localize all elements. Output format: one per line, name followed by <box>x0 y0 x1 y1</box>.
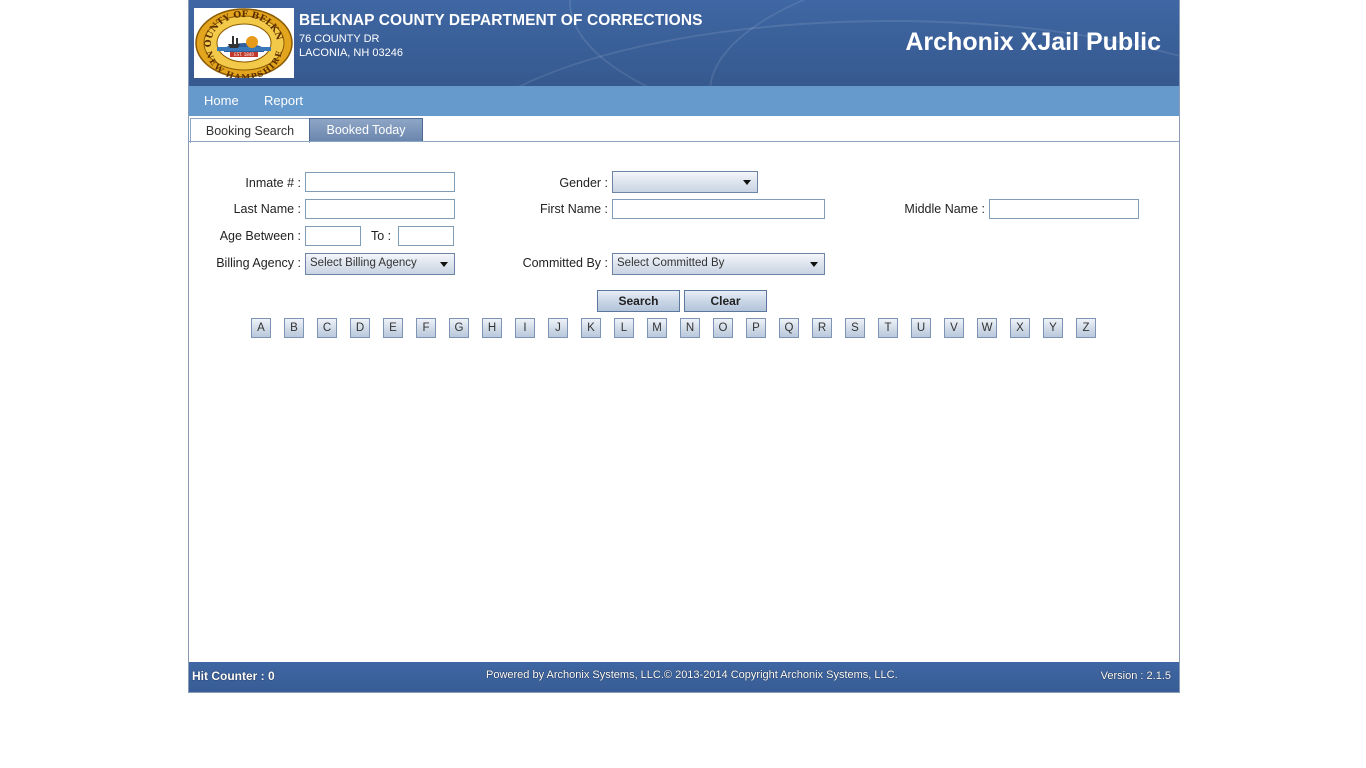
age-to-input[interactable] <box>398 226 454 246</box>
letter-filter-p-button[interactable]: P <box>746 318 766 338</box>
letter-filter-m-button[interactable]: M <box>647 318 667 338</box>
letter-filter-e-button[interactable]: E <box>383 318 403 338</box>
copyright-text: Powered by Archonix Systems, LLC.© 2013-… <box>486 669 898 681</box>
middle-name-input[interactable] <box>989 199 1139 219</box>
letter-filter-j-button[interactable]: J <box>548 318 568 338</box>
last-name-label: Last Name : <box>233 202 301 216</box>
letter-filter-s-button[interactable]: S <box>845 318 865 338</box>
letter-filter-i-button[interactable]: I <box>515 318 535 338</box>
letter-filter-z-button[interactable]: Z <box>1076 318 1096 338</box>
gender-label: Gender : <box>559 176 608 190</box>
nav-home-link[interactable]: Home <box>204 93 239 108</box>
app-title: Archonix XJail Public <box>905 28 1161 56</box>
org-address-line2: LACONIA, NH 03246 <box>299 47 403 59</box>
letter-filter-c-button[interactable]: C <box>317 318 337 338</box>
first-name-input[interactable] <box>612 199 825 219</box>
letter-filter-q-button[interactable]: Q <box>779 318 799 338</box>
main-nav: Home Report <box>189 86 1179 116</box>
letter-filter-h-button[interactable]: H <box>482 318 502 338</box>
letter-filter-w-button[interactable]: W <box>977 318 997 338</box>
inmate-number-label: Inmate # : <box>245 176 301 190</box>
gender-select[interactable] <box>612 171 758 193</box>
billing-agency-select-value: Select Billing Agency <box>310 257 417 269</box>
last-name-input[interactable] <box>305 199 455 219</box>
org-address-line1: 76 COUNTY DR <box>299 33 380 45</box>
letter-filter-b-button[interactable]: B <box>284 318 304 338</box>
clear-button[interactable]: Clear <box>684 290 767 312</box>
tab-divider <box>189 141 1179 142</box>
age-from-input[interactable] <box>305 226 361 246</box>
letter-filter-g-button[interactable]: G <box>449 318 469 338</box>
letter-filter-v-button[interactable]: V <box>944 318 964 338</box>
first-name-label: First Name : <box>539 202 608 216</box>
dropdown-arrow-icon <box>743 180 751 185</box>
search-button[interactable]: Search <box>597 290 680 312</box>
tab-strip: Booking Search Booked Today <box>189 116 1179 143</box>
committed-by-select[interactable]: Select Committed By <box>612 253 825 275</box>
committed-by-label: Committed By : <box>522 256 608 270</box>
letter-filter-l-button[interactable]: L <box>614 318 634 338</box>
county-seal-logo: COUNTY OF BELKNAP NEW HAMPSHIRE EST. 184… <box>190 1 294 82</box>
letter-filter-u-button[interactable]: U <box>911 318 931 338</box>
letter-filter-r-button[interactable]: R <box>812 318 832 338</box>
page-frame: COUNTY OF BELKNAP NEW HAMPSHIRE EST. 184… <box>188 0 1180 693</box>
header-banner: COUNTY OF BELKNAP NEW HAMPSHIRE EST. 184… <box>189 0 1179 86</box>
nav-report-link[interactable]: Report <box>264 93 303 108</box>
seal-established-text: EST. 1840 <box>234 52 254 57</box>
inmate-number-input[interactable] <box>305 172 455 192</box>
middle-name-label: Middle Name : <box>904 202 985 216</box>
letter-filter-k-button[interactable]: K <box>581 318 601 338</box>
age-to-label: To : <box>371 229 392 243</box>
dropdown-arrow-icon <box>810 262 818 267</box>
org-name: BELKNAP COUNTY DEPARTMENT OF CORRECTIONS <box>299 12 703 29</box>
letter-filter-d-button[interactable]: D <box>350 318 370 338</box>
letter-filter-f-button[interactable]: F <box>416 318 436 338</box>
letter-filter-x-button[interactable]: X <box>1010 318 1030 338</box>
dropdown-arrow-icon <box>440 262 448 267</box>
tab-booked-today[interactable]: Booked Today <box>309 118 423 142</box>
letter-filter-a-button[interactable]: A <box>251 318 271 338</box>
hit-counter: Hit Counter : 0 <box>192 669 275 683</box>
letter-filter-t-button[interactable]: T <box>878 318 898 338</box>
letter-filter-n-button[interactable]: N <box>680 318 700 338</box>
tab-booking-search[interactable]: Booking Search <box>190 118 310 143</box>
letter-filter-y-button[interactable]: Y <box>1043 318 1063 338</box>
letter-filter-o-button[interactable]: O <box>713 318 733 338</box>
age-between-label: Age Between : <box>219 229 301 243</box>
billing-agency-label: Billing Agency : <box>216 256 301 270</box>
version-text: Version : 2.1.5 <box>1100 670 1171 682</box>
committed-by-select-value: Select Committed By <box>617 257 725 269</box>
billing-agency-select[interactable]: Select Billing Agency <box>305 253 455 275</box>
footer-bar: Hit Counter : 0 Powered by Archonix Syst… <box>189 662 1179 692</box>
